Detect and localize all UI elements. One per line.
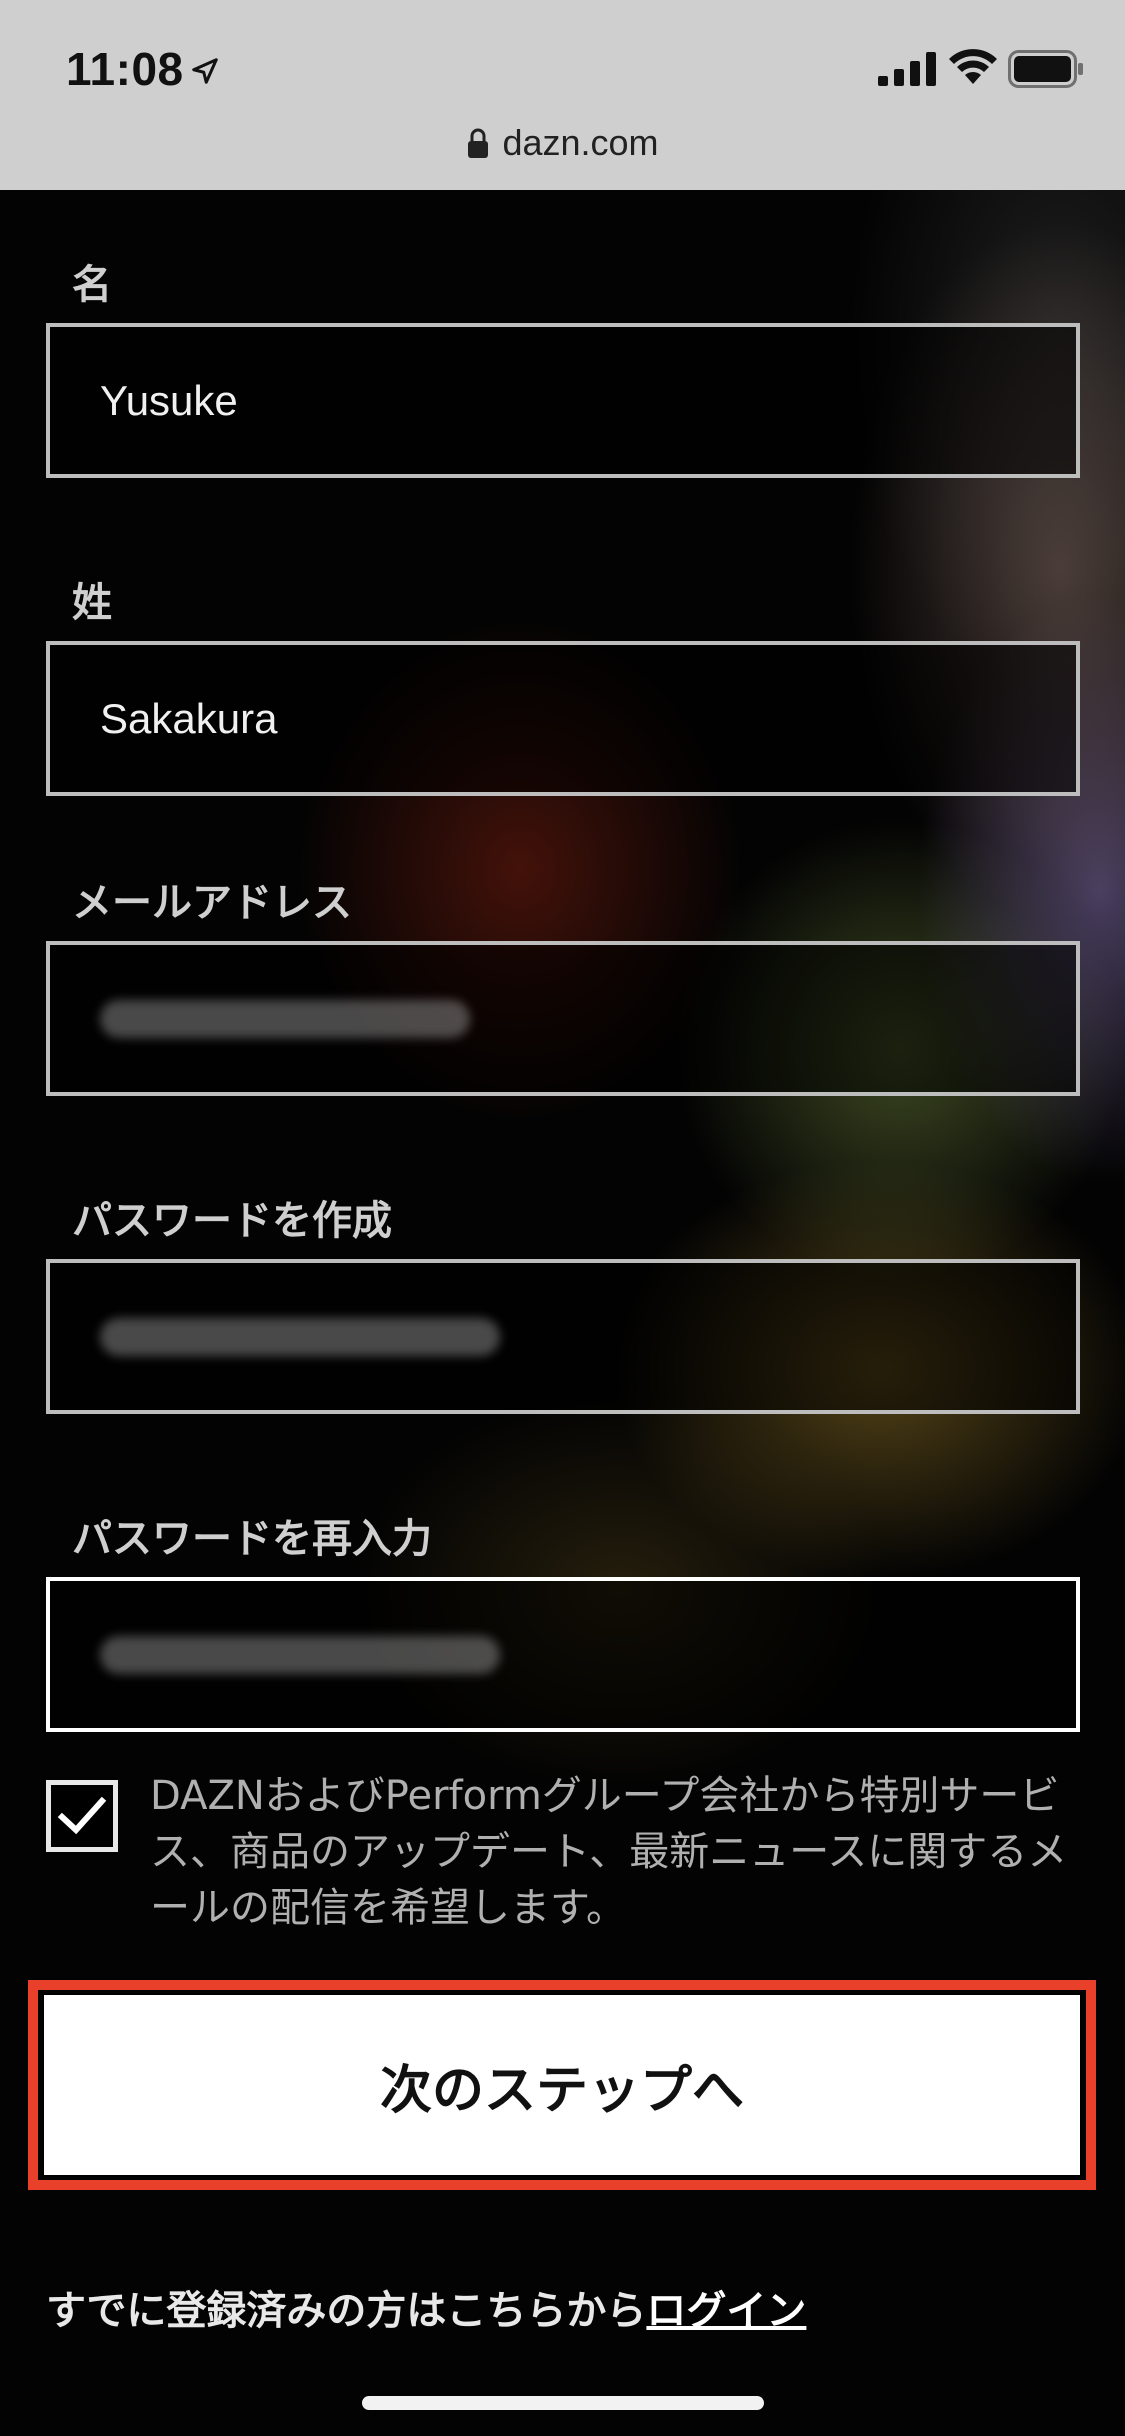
password-confirm-label: パスワードを再入力 (72, 1516, 432, 1562)
first-name-label: 名 (72, 262, 112, 308)
home-indicator[interactable] (362, 2396, 764, 2410)
location-arrow-icon (192, 58, 218, 84)
password-input[interactable] (46, 1259, 1080, 1414)
login-link[interactable]: ログイン (646, 2288, 806, 2334)
email-input[interactable] (46, 941, 1080, 1096)
login-prompt: すでに登録済みの方はこちらからログイン (46, 2278, 806, 2336)
email-label: メールアドレス (72, 880, 352, 926)
checkmark-icon (57, 1796, 107, 1835)
status-time: 11:08 (66, 43, 184, 95)
first-name-value: Yusuke (100, 376, 238, 424)
password-confirm-input[interactable] (46, 1577, 1080, 1732)
last-name-value: Sakakura (100, 694, 278, 742)
login-prompt-text: すでに登録済みの方はこちらから (46, 2288, 647, 2334)
browser-top-bar: 11:08 dazn.com (0, 0, 1125, 190)
password-confirm-masked-value (100, 1635, 500, 1674)
last-name-label: 姓 (72, 580, 112, 626)
battery-icon (1008, 50, 1083, 88)
cellular-signal-icon (878, 52, 936, 86)
url-text: dazn.com (502, 122, 659, 163)
password-label: パスワードを作成 (72, 1198, 392, 1244)
password-masked-value (100, 1317, 500, 1356)
wifi-icon (949, 49, 997, 84)
last-name-input[interactable]: Sakakura (46, 641, 1080, 796)
marketing-consent-checkbox[interactable] (46, 1780, 118, 1852)
email-masked-value (100, 999, 470, 1038)
url-bar[interactable]: dazn.com (0, 118, 1125, 168)
marketing-consent-text: DAZNおよびPerformグループ会社から特別サービス、商品のアップデート、最… (150, 1773, 1068, 1931)
next-step-button[interactable]: 次のステップへ (42, 1993, 1082, 2177)
lock-icon (468, 128, 489, 158)
first-name-input[interactable]: Yusuke (46, 323, 1080, 478)
